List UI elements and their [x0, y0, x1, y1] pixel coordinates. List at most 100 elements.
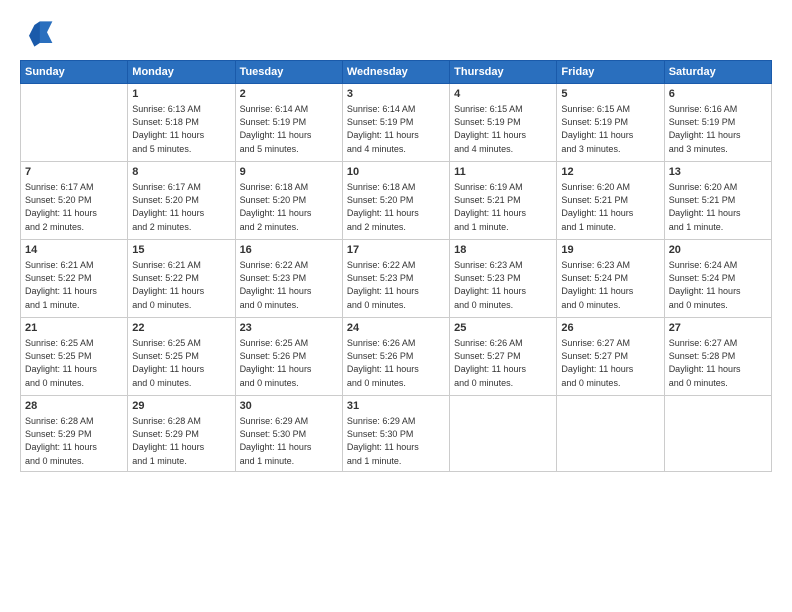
day-number: 23: [240, 321, 338, 336]
day-number: 8: [132, 165, 230, 180]
day-number: 27: [669, 321, 767, 336]
logo-icon: [20, 16, 56, 52]
calendar-cell: 3Sunrise: 6:14 AM Sunset: 5:19 PM Daylig…: [342, 84, 449, 162]
day-number: 14: [25, 243, 123, 258]
header: [20, 16, 772, 52]
calendar-cell: 14Sunrise: 6:21 AM Sunset: 5:22 PM Dayli…: [21, 240, 128, 318]
calendar-cell: 19Sunrise: 6:23 AM Sunset: 5:24 PM Dayli…: [557, 240, 664, 318]
day-info: Sunrise: 6:19 AM Sunset: 5:21 PM Dayligh…: [454, 181, 552, 233]
calendar-table: SundayMondayTuesdayWednesdayThursdayFrid…: [20, 60, 772, 472]
week-row-3: 21Sunrise: 6:25 AM Sunset: 5:25 PM Dayli…: [21, 318, 772, 396]
calendar-cell: [557, 396, 664, 472]
day-info: Sunrise: 6:27 AM Sunset: 5:27 PM Dayligh…: [561, 337, 659, 389]
calendar-cell: [664, 396, 771, 472]
day-info: Sunrise: 6:28 AM Sunset: 5:29 PM Dayligh…: [132, 415, 230, 467]
day-info: Sunrise: 6:23 AM Sunset: 5:24 PM Dayligh…: [561, 259, 659, 311]
day-info: Sunrise: 6:25 AM Sunset: 5:25 PM Dayligh…: [132, 337, 230, 389]
day-info: Sunrise: 6:18 AM Sunset: 5:20 PM Dayligh…: [347, 181, 445, 233]
day-number: 25: [454, 321, 552, 336]
day-info: Sunrise: 6:21 AM Sunset: 5:22 PM Dayligh…: [25, 259, 123, 311]
day-info: Sunrise: 6:21 AM Sunset: 5:22 PM Dayligh…: [132, 259, 230, 311]
day-info: Sunrise: 6:14 AM Sunset: 5:19 PM Dayligh…: [347, 103, 445, 155]
day-number: 31: [347, 399, 445, 414]
day-info: Sunrise: 6:28 AM Sunset: 5:29 PM Dayligh…: [25, 415, 123, 467]
day-info: Sunrise: 6:29 AM Sunset: 5:30 PM Dayligh…: [240, 415, 338, 467]
calendar-cell: 20Sunrise: 6:24 AM Sunset: 5:24 PM Dayli…: [664, 240, 771, 318]
day-info: Sunrise: 6:18 AM Sunset: 5:20 PM Dayligh…: [240, 181, 338, 233]
day-number: 22: [132, 321, 230, 336]
calendar-cell: 27Sunrise: 6:27 AM Sunset: 5:28 PM Dayli…: [664, 318, 771, 396]
calendar-cell: 17Sunrise: 6:22 AM Sunset: 5:23 PM Dayli…: [342, 240, 449, 318]
day-number: 19: [561, 243, 659, 258]
calendar-cell: 2Sunrise: 6:14 AM Sunset: 5:19 PM Daylig…: [235, 84, 342, 162]
col-header-sunday: Sunday: [21, 61, 128, 84]
day-number: 2: [240, 87, 338, 102]
day-number: 11: [454, 165, 552, 180]
day-info: Sunrise: 6:25 AM Sunset: 5:26 PM Dayligh…: [240, 337, 338, 389]
day-number: 9: [240, 165, 338, 180]
col-header-monday: Monday: [128, 61, 235, 84]
calendar-cell: 13Sunrise: 6:20 AM Sunset: 5:21 PM Dayli…: [664, 162, 771, 240]
day-number: 13: [669, 165, 767, 180]
day-info: Sunrise: 6:22 AM Sunset: 5:23 PM Dayligh…: [347, 259, 445, 311]
calendar-cell: 24Sunrise: 6:26 AM Sunset: 5:26 PM Dayli…: [342, 318, 449, 396]
logo: [20, 16, 60, 52]
calendar-cell: 7Sunrise: 6:17 AM Sunset: 5:20 PM Daylig…: [21, 162, 128, 240]
day-number: 5: [561, 87, 659, 102]
day-info: Sunrise: 6:13 AM Sunset: 5:18 PM Dayligh…: [132, 103, 230, 155]
day-number: 6: [669, 87, 767, 102]
day-info: Sunrise: 6:29 AM Sunset: 5:30 PM Dayligh…: [347, 415, 445, 467]
col-header-friday: Friday: [557, 61, 664, 84]
day-info: Sunrise: 6:25 AM Sunset: 5:25 PM Dayligh…: [25, 337, 123, 389]
day-info: Sunrise: 6:26 AM Sunset: 5:27 PM Dayligh…: [454, 337, 552, 389]
day-info: Sunrise: 6:26 AM Sunset: 5:26 PM Dayligh…: [347, 337, 445, 389]
day-number: 28: [25, 399, 123, 414]
day-info: Sunrise: 6:14 AM Sunset: 5:19 PM Dayligh…: [240, 103, 338, 155]
calendar-cell: 10Sunrise: 6:18 AM Sunset: 5:20 PM Dayli…: [342, 162, 449, 240]
calendar-cell: 12Sunrise: 6:20 AM Sunset: 5:21 PM Dayli…: [557, 162, 664, 240]
day-number: 4: [454, 87, 552, 102]
calendar-cell: 9Sunrise: 6:18 AM Sunset: 5:20 PM Daylig…: [235, 162, 342, 240]
day-number: 16: [240, 243, 338, 258]
col-header-thursday: Thursday: [450, 61, 557, 84]
calendar-cell: 1Sunrise: 6:13 AM Sunset: 5:18 PM Daylig…: [128, 84, 235, 162]
col-header-saturday: Saturday: [664, 61, 771, 84]
calendar-cell: 21Sunrise: 6:25 AM Sunset: 5:25 PM Dayli…: [21, 318, 128, 396]
calendar-cell: 11Sunrise: 6:19 AM Sunset: 5:21 PM Dayli…: [450, 162, 557, 240]
calendar-cell: 31Sunrise: 6:29 AM Sunset: 5:30 PM Dayli…: [342, 396, 449, 472]
calendar-cell: 29Sunrise: 6:28 AM Sunset: 5:29 PM Dayli…: [128, 396, 235, 472]
page: SundayMondayTuesdayWednesdayThursdayFrid…: [0, 0, 792, 612]
day-number: 12: [561, 165, 659, 180]
calendar-cell: [450, 396, 557, 472]
day-number: 3: [347, 87, 445, 102]
calendar-cell: 28Sunrise: 6:28 AM Sunset: 5:29 PM Dayli…: [21, 396, 128, 472]
day-info: Sunrise: 6:16 AM Sunset: 5:19 PM Dayligh…: [669, 103, 767, 155]
calendar-cell: 22Sunrise: 6:25 AM Sunset: 5:25 PM Dayli…: [128, 318, 235, 396]
day-info: Sunrise: 6:17 AM Sunset: 5:20 PM Dayligh…: [25, 181, 123, 233]
day-info: Sunrise: 6:20 AM Sunset: 5:21 PM Dayligh…: [561, 181, 659, 233]
day-number: 24: [347, 321, 445, 336]
week-row-0: 1Sunrise: 6:13 AM Sunset: 5:18 PM Daylig…: [21, 84, 772, 162]
day-number: 26: [561, 321, 659, 336]
calendar-cell: 23Sunrise: 6:25 AM Sunset: 5:26 PM Dayli…: [235, 318, 342, 396]
calendar-cell: 26Sunrise: 6:27 AM Sunset: 5:27 PM Dayli…: [557, 318, 664, 396]
day-info: Sunrise: 6:20 AM Sunset: 5:21 PM Dayligh…: [669, 181, 767, 233]
day-number: 7: [25, 165, 123, 180]
calendar-cell: 6Sunrise: 6:16 AM Sunset: 5:19 PM Daylig…: [664, 84, 771, 162]
day-number: 1: [132, 87, 230, 102]
calendar-cell: 25Sunrise: 6:26 AM Sunset: 5:27 PM Dayli…: [450, 318, 557, 396]
header-row: SundayMondayTuesdayWednesdayThursdayFrid…: [21, 61, 772, 84]
day-number: 29: [132, 399, 230, 414]
day-number: 15: [132, 243, 230, 258]
calendar-cell: 30Sunrise: 6:29 AM Sunset: 5:30 PM Dayli…: [235, 396, 342, 472]
calendar-cell: 8Sunrise: 6:17 AM Sunset: 5:20 PM Daylig…: [128, 162, 235, 240]
calendar-cell: 4Sunrise: 6:15 AM Sunset: 5:19 PM Daylig…: [450, 84, 557, 162]
week-row-1: 7Sunrise: 6:17 AM Sunset: 5:20 PM Daylig…: [21, 162, 772, 240]
day-info: Sunrise: 6:15 AM Sunset: 5:19 PM Dayligh…: [454, 103, 552, 155]
day-number: 20: [669, 243, 767, 258]
calendar-cell: [21, 84, 128, 162]
week-row-2: 14Sunrise: 6:21 AM Sunset: 5:22 PM Dayli…: [21, 240, 772, 318]
calendar-cell: 16Sunrise: 6:22 AM Sunset: 5:23 PM Dayli…: [235, 240, 342, 318]
col-header-wednesday: Wednesday: [342, 61, 449, 84]
day-number: 21: [25, 321, 123, 336]
